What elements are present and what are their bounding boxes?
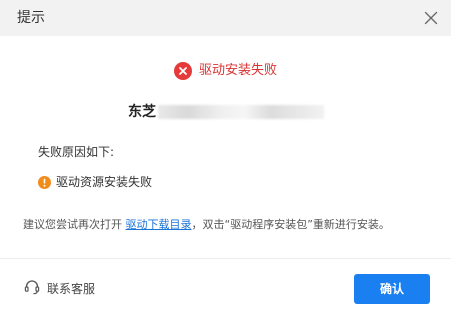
- warning-circle-icon: [38, 175, 51, 189]
- contact-support-button[interactable]: 联系客服: [23, 279, 95, 299]
- install-failed-dialog: 提示 驱动安装失败 东芝 失败原因如下: 驱动资源安装失败 建议您尝试再次打开 …: [0, 0, 451, 314]
- error-circle-icon: [173, 62, 192, 80]
- title-bar: 提示: [0, 0, 451, 36]
- dialog-title: 提示: [17, 10, 45, 26]
- contact-support-label: 联系客服: [47, 282, 96, 296]
- failure-reason-item: 驱动资源安装失败: [38, 173, 152, 191]
- failure-reason-label: 失败原因如下:: [38, 145, 115, 159]
- footer-divider: [0, 258, 451, 259]
- headset-icon: [23, 278, 41, 300]
- status-message: 驱动安装失败: [198, 63, 277, 78]
- driver-download-folder-link[interactable]: 驱动下载目录: [126, 218, 192, 231]
- device-row: 东芝: [128, 102, 324, 122]
- suggestion-text: 建议您尝试再次打开 驱动下载目录，双击“驱动程序安装包”重新进行安装。: [23, 216, 390, 234]
- device-name: 东芝: [128, 104, 156, 120]
- suggestion-suffix: ，双击“驱动程序安装包”重新进行安装。: [191, 218, 390, 231]
- redacted-device-model: [158, 105, 324, 119]
- status-message-row: 驱动安装失败: [0, 60, 451, 82]
- suggestion-prefix: 建议您尝试再次打开: [23, 218, 126, 231]
- confirm-button[interactable]: 确认: [354, 274, 430, 304]
- close-icon[interactable]: [419, 6, 443, 30]
- failure-reason-text: 驱动资源安装失败: [56, 175, 153, 189]
